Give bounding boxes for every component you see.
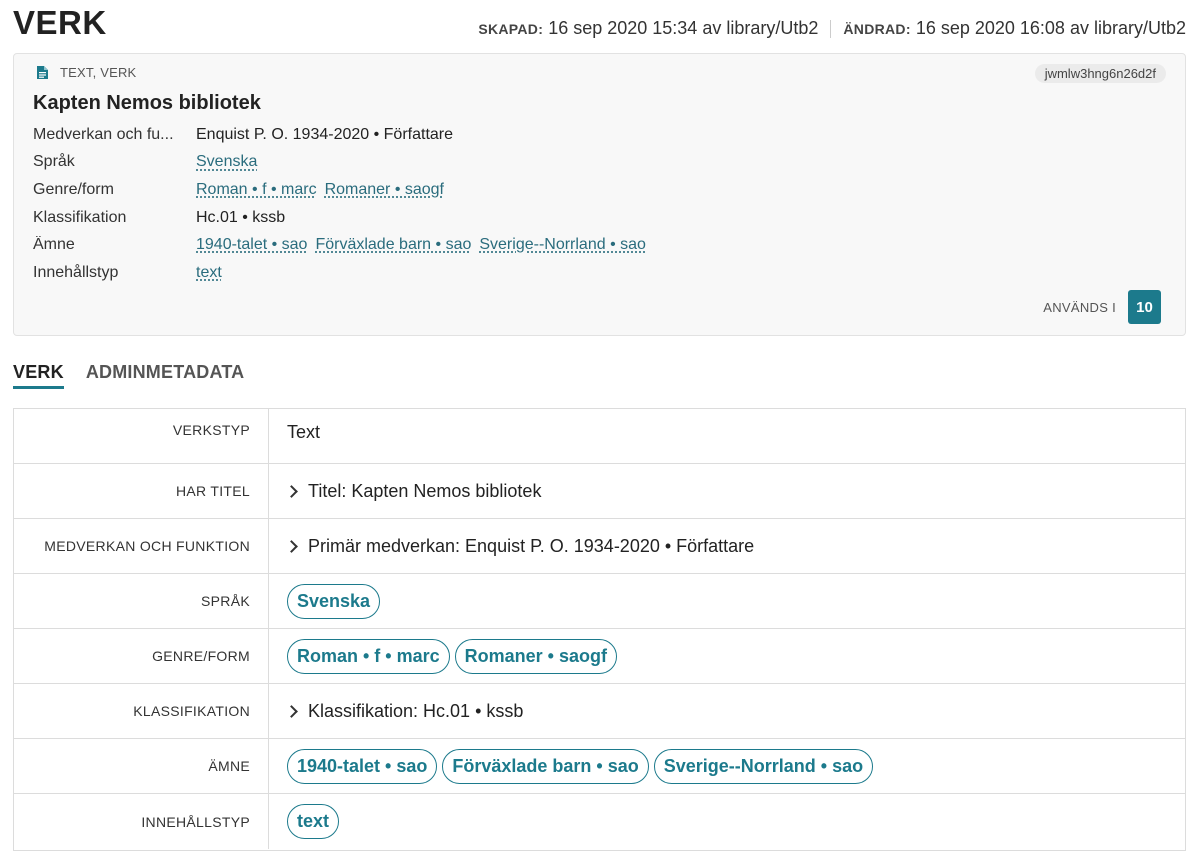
subject-chip[interactable]: Förväxlade barn • sao bbox=[442, 748, 649, 784]
language-link[interactable]: Svenska bbox=[196, 153, 257, 170]
field-value[interactable]: Primär medverkan: Enquist P. O. 1934-202… bbox=[269, 519, 1185, 573]
field-row-har-titel: HAR TITEL Titel: Kapten Nemos bibliotek bbox=[14, 464, 1185, 519]
field-table: VERKSTYP Text HAR TITEL Titel: Kapten Ne… bbox=[13, 408, 1186, 851]
field-label: KLASSIFIKATION bbox=[14, 684, 269, 738]
subject-link[interactable]: Sverige--Norrland • sao bbox=[479, 236, 646, 253]
record-id-badge: jwmlw3hng6n26d2f bbox=[1034, 64, 1166, 83]
card-type: TEXT, VERK bbox=[37, 65, 136, 80]
subject-chip[interactable]: 1940-talet • sao bbox=[287, 748, 438, 784]
prop-label: Innehållstyp bbox=[33, 263, 119, 281]
created-label: SKAPAD: bbox=[478, 20, 544, 37]
content-type-chip[interactable]: text bbox=[287, 804, 340, 839]
genre-chip[interactable]: Romaner • saogf bbox=[454, 638, 617, 674]
page-header: VERK SKAPAD: 16 sep 2020 15:34 av librar… bbox=[13, 0, 1186, 48]
field-row-klassifikation: KLASSIFIKATION Klassifikation: Hc.01 • k… bbox=[14, 684, 1185, 739]
meta-divider bbox=[830, 19, 832, 38]
genre-chip[interactable]: Roman • f • marc bbox=[287, 638, 450, 674]
klassifikation-value: Klassifikation: Hc.01 • kssb bbox=[308, 700, 524, 721]
used-in-count-badge[interactable]: 10 bbox=[1128, 290, 1161, 324]
prop-contribution: Medverkan och fu... Enquist P. O. 1934-2… bbox=[33, 121, 654, 149]
card-type-label: TEXT, VERK bbox=[60, 65, 137, 80]
used-in-label: ANVÄNDS I bbox=[1043, 299, 1116, 315]
field-value: Roman • f • marc Romaner • saogf bbox=[269, 629, 1185, 683]
language-chip[interactable]: Svenska bbox=[287, 583, 381, 619]
document-icon bbox=[37, 66, 48, 79]
field-label: HAR TITEL bbox=[14, 464, 269, 518]
medverkan-value: Primär medverkan: Enquist P. O. 1934-202… bbox=[308, 535, 755, 556]
field-label: GENRE/FORM bbox=[14, 629, 269, 683]
prop-value: Enquist P. O. 1934-2020 • Författare bbox=[196, 125, 454, 143]
subject-link[interactable]: 1940-talet • sao bbox=[196, 236, 307, 253]
chevron-right-icon[interactable] bbox=[285, 539, 298, 553]
chevron-right-icon[interactable] bbox=[285, 704, 298, 718]
page-title: VERK bbox=[13, 4, 107, 41]
field-label: INNEHÅLLSTYP bbox=[14, 794, 269, 849]
summary-card: TEXT, VERK jwmlw3hng6n26d2f Kapten Nemos… bbox=[13, 53, 1186, 336]
field-row-amne: ÄMNE 1940-talet • sao Förväxlade barn • … bbox=[14, 739, 1185, 794]
prop-label: Språk bbox=[33, 153, 75, 171]
prop-subject: Ämne 1940-talet • sao Förväxlade barn • s… bbox=[33, 231, 654, 259]
field-label: MEDVERKAN OCH FUNKTION bbox=[14, 519, 269, 573]
card-title[interactable]: Kapten Nemos bibliotek bbox=[33, 92, 261, 115]
field-value: Svenska bbox=[269, 574, 1185, 628]
field-value: 1940-talet • sao Förväxlade barn • sao S… bbox=[269, 739, 1185, 793]
prop-value: Svenska bbox=[196, 153, 265, 171]
prop-label: Klassifikation bbox=[33, 208, 127, 226]
created-value: 16 sep 2020 15:34 av library/Utb2 bbox=[548, 18, 819, 38]
field-label: ÄMNE bbox=[14, 739, 269, 793]
verkstyp-value[interactable]: Text bbox=[287, 422, 320, 443]
field-label: VERKSTYP bbox=[14, 409, 269, 463]
prop-language: Språk Svenska bbox=[33, 149, 654, 177]
subject-link[interactable]: Förväxlade barn • sao bbox=[315, 236, 471, 253]
prop-label: Medverkan och fu... bbox=[33, 125, 174, 143]
tab-bar: VERK ADMINMETADATA bbox=[13, 362, 266, 389]
card-properties: Medverkan och fu... Enquist P. O. 1934-2… bbox=[33, 121, 654, 287]
field-value[interactable]: Titel: Kapten Nemos bibliotek bbox=[269, 464, 1185, 518]
used-in[interactable]: ANVÄNDS I 10 bbox=[1043, 290, 1161, 324]
har-titel-value: Titel: Kapten Nemos bibliotek bbox=[308, 480, 542, 501]
field-row-innehallstyp: INNEHÅLLSTYP text bbox=[14, 794, 1185, 849]
chevron-right-icon[interactable] bbox=[285, 484, 298, 498]
prop-genre: Genre/form Roman • f • marc Romaner • sao… bbox=[33, 176, 654, 204]
content-type-link[interactable]: text bbox=[196, 264, 222, 281]
field-row-sprak: SPRÅK Svenska bbox=[14, 574, 1185, 629]
tab-verk[interactable]: VERK bbox=[13, 362, 64, 389]
modified-value: 16 sep 2020 16:08 av library/Utb2 bbox=[915, 18, 1186, 38]
genre-link[interactable]: Roman • f • marc bbox=[196, 181, 317, 198]
prop-value: Hc.01 • kssb bbox=[196, 208, 286, 226]
field-row-verkstyp: VERKSTYP Text bbox=[14, 409, 1185, 464]
field-value: text bbox=[269, 794, 1185, 849]
prop-label: Ämne bbox=[33, 236, 75, 254]
prop-content-type: Innehållstyp text bbox=[33, 259, 654, 287]
field-row-medverkan: MEDVERKAN OCH FUNKTION Primär medverkan:… bbox=[14, 519, 1185, 574]
modified-label: ÄNDRAD: bbox=[843, 20, 911, 37]
genre-link[interactable]: Romaner • saogf bbox=[325, 181, 444, 198]
prop-value: 1940-talet • sao Förväxlade barn • sao Sve… bbox=[196, 236, 654, 254]
prop-classification: Klassifikation Hc.01 • kssb bbox=[33, 204, 654, 232]
field-row-genre: GENRE/FORM Roman • f • marc Romaner • sa… bbox=[14, 629, 1185, 684]
prop-label: Genre/form bbox=[33, 180, 114, 198]
tab-adminmetadata[interactable]: ADMINMETADATA bbox=[86, 362, 245, 389]
record-meta: SKAPAD: 16 sep 2020 15:34 av library/Utb… bbox=[478, 18, 1186, 39]
subject-chip[interactable]: Sverige--Norrland • sao bbox=[653, 748, 874, 784]
field-label: SPRÅK bbox=[14, 574, 269, 628]
prop-value: text bbox=[196, 264, 230, 282]
field-value[interactable]: Klassifikation: Hc.01 • kssb bbox=[269, 684, 1185, 738]
field-value: Text bbox=[269, 409, 1185, 463]
prop-value: Roman • f • marc Romaner • saogf bbox=[196, 181, 452, 199]
